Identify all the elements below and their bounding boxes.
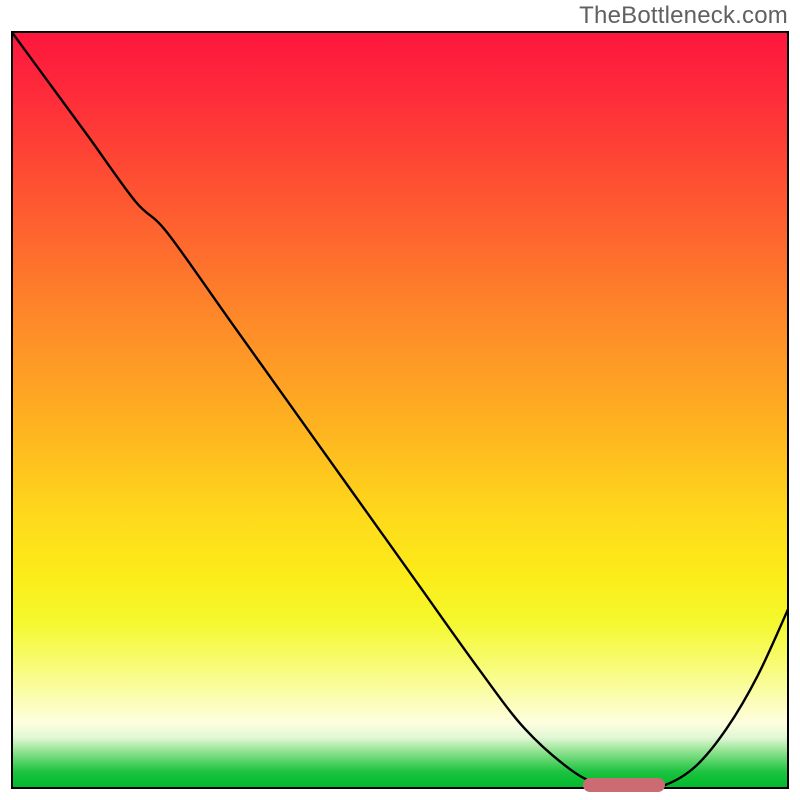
attribution-text: TheBottleneck.com	[579, 2, 788, 30]
optimal-range-marker	[583, 778, 665, 792]
plot-area	[11, 31, 789, 789]
bottleneck-curve-svg	[11, 31, 789, 789]
chart-container: TheBottleneck.com	[0, 0, 800, 800]
bottleneck-curve-path	[11, 31, 789, 789]
